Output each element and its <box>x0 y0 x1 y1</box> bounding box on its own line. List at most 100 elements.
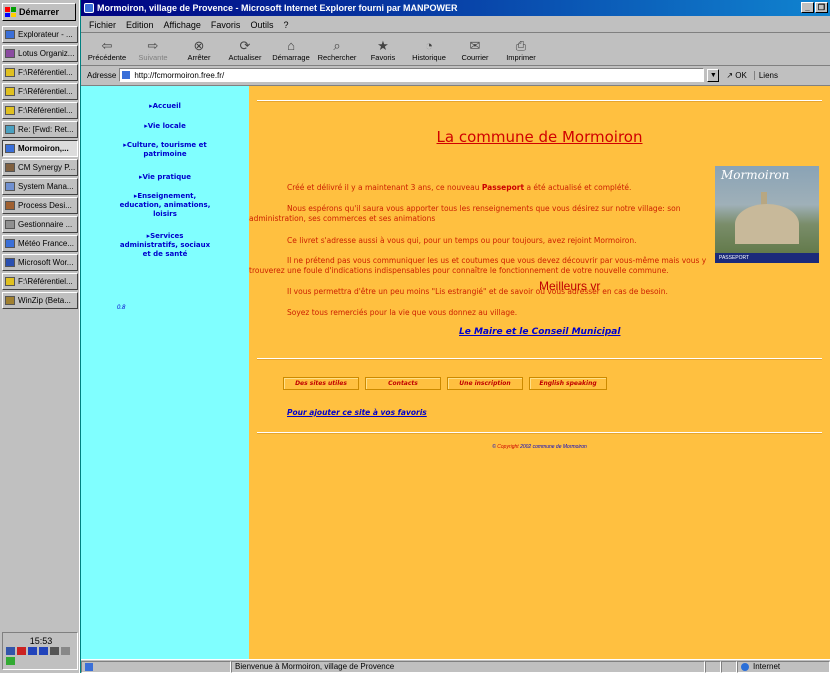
taskbar: Démarrer Explorateur - ... Lotus Organiz.… <box>0 0 80 673</box>
antivirus-icon[interactable] <box>17 647 26 655</box>
menu-item[interactable]: Affichage <box>164 20 201 30</box>
toolbar-button[interactable]: ◔ Historique <box>407 34 451 64</box>
toolbar-button[interactable]: ✉ Courrier <box>453 34 497 64</box>
inscription-button[interactable]: Une inscription <box>447 377 523 390</box>
menu-item[interactable]: Outils <box>250 20 273 30</box>
history-icon: ◔ <box>425 38 433 53</box>
divider <box>257 358 822 360</box>
menu-item[interactable]: ? <box>283 20 288 30</box>
toolbar-button-label: Courrier <box>461 53 489 62</box>
paragraph: Soyez tous remerciés pour la vie que vou… <box>287 308 518 317</box>
nav-services[interactable]: Services administratifs, sociaux et de s… <box>81 232 249 259</box>
go-button[interactable]: ↗ OK <box>722 71 751 80</box>
paragraph: Ce livret s'adresse aussi à vous qui, po… <box>287 236 637 245</box>
clock[interactable]: 15:53 <box>3 636 79 646</box>
taskbar-item[interactable]: F:\Référentiel... <box>2 102 78 119</box>
toolbar-button[interactable]: ★ Favoris <box>361 34 405 64</box>
home-icon: ⌂ <box>287 38 295 53</box>
minimize-button[interactable]: _ <box>801 2 814 13</box>
toolbar-button[interactable]: ⎙ Imprimer <box>499 34 543 64</box>
nav-culture[interactable]: Culture, tourisme et patrimoine <box>81 141 249 159</box>
taskbar-item-label: Microsoft Wor... <box>18 258 74 267</box>
taskbar-item[interactable]: F:\Référentiel... <box>2 83 78 100</box>
address-dropdown-button[interactable]: ▼ <box>707 68 720 82</box>
taskbar-item[interactable]: F:\Référentiel... <box>2 273 78 290</box>
copyright: © Copyright 2002 commune de Mormoiron <box>492 444 587 450</box>
toolbar-button-label: Imprimer <box>506 53 536 62</box>
taskbar-item-label: Process Desi... <box>18 201 72 210</box>
links-button[interactable]: Liens <box>753 70 778 80</box>
title-bar[interactable]: Mormoiron, village de Provence - Microso… <box>81 0 830 16</box>
toolbar-button-label: Actualiser <box>228 53 262 62</box>
toolbar-button[interactable]: ⌂ Démarrage <box>269 34 313 64</box>
taskbar-item[interactable]: System Mana... <box>2 178 78 195</box>
taskbar-item[interactable]: F:\Référentiel... <box>2 64 78 81</box>
taskbar-item[interactable]: WinZip (Beta... <box>2 292 78 309</box>
copyright-link[interactable]: Copyright <box>497 444 518 450</box>
taskbar-item[interactable]: Lotus Organiz... <box>2 45 78 62</box>
nav-enseignement[interactable]: Enseignement, education, animations, loi… <box>81 192 249 219</box>
search-icon: ⌕ <box>333 38 341 53</box>
app-icon <box>5 106 15 115</box>
app-icon <box>5 182 15 191</box>
taskbar-item[interactable]: Gestionnaire ... <box>2 216 78 233</box>
taskbar-item[interactable]: CM Synergy P... <box>2 159 78 176</box>
version-label: 0.8 <box>117 305 126 311</box>
paragraph: Il ne prétend pas vous communiquer les u… <box>249 256 707 275</box>
address-label: Adresse <box>87 70 117 80</box>
shield-icon[interactable] <box>39 647 48 655</box>
nav-vie-pratique[interactable]: Vie pratique <box>81 173 249 182</box>
shield-icon[interactable] <box>28 647 37 655</box>
toolbar-button-label: Rechercher <box>317 53 357 62</box>
toolbar-button[interactable]: ⇦ Précédente <box>85 34 129 64</box>
favorites-link[interactable]: Pour ajouter ce site à vos favoris <box>287 408 427 417</box>
ie-logo-icon <box>84 3 94 13</box>
page-viewport: Accueil Vie locale Culture, tourisme et … <box>81 85 830 659</box>
taskbar-item[interactable]: Re: [Fwd: Ret... <box>2 121 78 138</box>
divider <box>257 432 822 434</box>
taskbar-item[interactable]: Explorateur - ... <box>2 26 78 43</box>
contacts-button[interactable]: Contacts <box>365 377 441 390</box>
menu-bar: Fichier Edition Affichage Favoris Outils? <box>81 17 830 33</box>
taskbar-item[interactable]: Process Desi... <box>2 197 78 214</box>
network-icon[interactable] <box>50 647 59 655</box>
photo-village <box>735 204 799 244</box>
zone-cell: Internet <box>737 660 830 673</box>
maximize-button[interactable]: ❐ <box>815 2 828 13</box>
window-controls: _ ❐ <box>801 2 828 13</box>
toolbar-button-label: Suivante <box>138 53 168 62</box>
app-icon <box>5 258 15 267</box>
nav-accueil[interactable]: Accueil <box>81 102 249 111</box>
taskbar-item[interactable]: Microsoft Wor... <box>2 254 78 271</box>
menu-item[interactable]: Favoris <box>211 20 241 30</box>
monitor-icon[interactable] <box>61 647 70 655</box>
photo-title: Mormoiron <box>721 168 790 182</box>
taskbar-item[interactable]: Mormoiron,... <box>2 140 78 157</box>
start-button[interactable]: Démarrer <box>2 3 76 21</box>
window-title: Mormoiron, village de Provence - Microso… <box>97 3 458 13</box>
taskbar-item[interactable]: Météo France... <box>2 235 78 252</box>
menu-item[interactable]: Fichier <box>89 20 116 30</box>
toolbar-button-label: Historique <box>412 53 446 62</box>
english-button[interactable]: English speaking <box>529 377 607 390</box>
tool-icon[interactable] <box>6 657 15 665</box>
speaker-icon[interactable] <box>6 647 15 655</box>
nav-vie-locale[interactable]: Vie locale <box>81 122 249 131</box>
tray-icons <box>6 647 76 665</box>
status-empty-cell <box>721 660 737 673</box>
toolbar-button[interactable]: ⟳ Actualiser <box>223 34 267 64</box>
toolbar: ⇦ Précédente ⇨ Suivante ⊗ Arrêter ⟳ Actualiser ⌂… <box>81 34 830 66</box>
taskbar-item-label: F:\Référentiel... <box>18 87 73 96</box>
toolbar-button[interactable]: ⊗ Arrêter <box>177 34 221 64</box>
sites-utiles-button[interactable]: Des sites utiles <box>283 377 359 390</box>
forward-arrow-icon: ⇨ <box>147 38 159 53</box>
address-input[interactable] <box>119 68 705 82</box>
signature-link[interactable]: Le Maire et le Conseil Municipal <box>459 327 620 337</box>
toolbar-button[interactable]: ⌕ Rechercher <box>315 34 359 64</box>
toolbar-button[interactable]: ⇨ Suivante <box>131 34 175 64</box>
start-label: Démarrer <box>19 7 60 17</box>
taskbar-item-label: F:\Référentiel... <box>18 277 73 286</box>
taskbar-item-label: Gestionnaire ... <box>18 220 73 229</box>
page-title: La commune de Mormoiron <box>436 128 643 146</box>
menu-item[interactable]: Edition <box>126 20 154 30</box>
